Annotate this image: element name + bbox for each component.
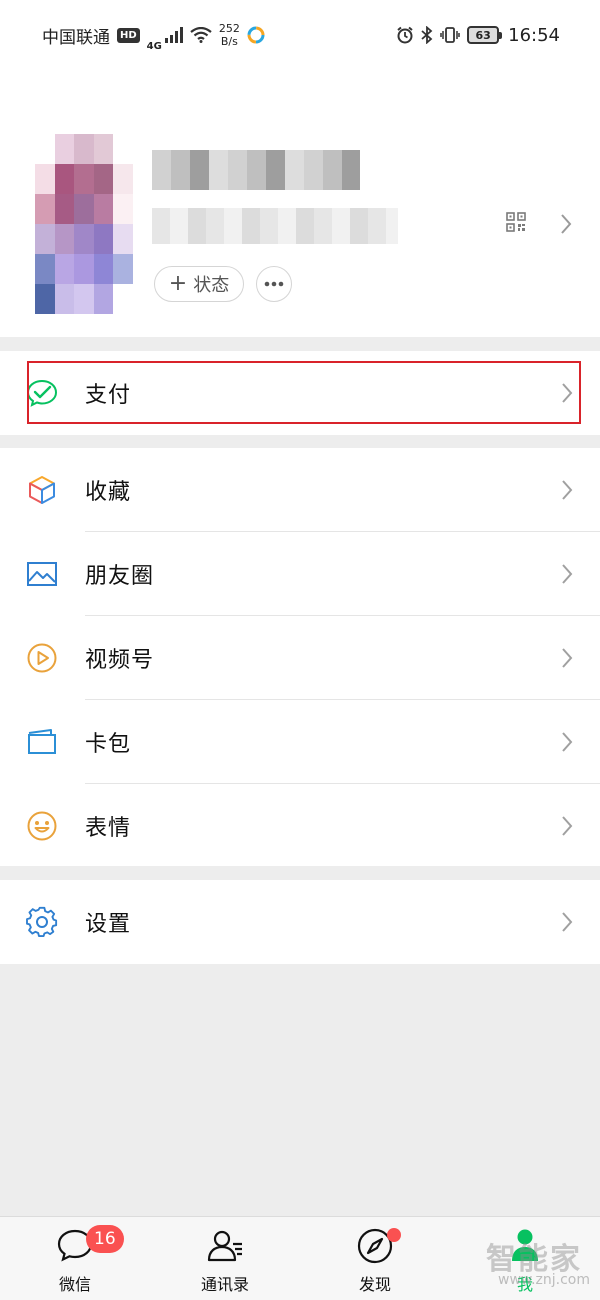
- tab-discover[interactable]: 发现: [300, 1217, 450, 1300]
- menu-item-label: 设置: [85, 912, 132, 937]
- nickname-blurred: [152, 150, 360, 190]
- chevron-right-icon: [562, 480, 573, 500]
- chevron-right-icon: [562, 648, 573, 668]
- chevron-right-icon: [562, 383, 573, 403]
- chevron-right-icon[interactable]: [560, 213, 572, 235]
- pay-group: 支付: [0, 351, 600, 435]
- clock: 16:54: [508, 24, 560, 46]
- signal-icon: [164, 27, 183, 43]
- menu-item-card-wallet[interactable]: 卡包: [0, 700, 600, 784]
- menu-item-label: 收藏: [85, 480, 132, 505]
- discover-red-dot: [387, 1228, 401, 1242]
- hd-badge: HD: [117, 27, 140, 43]
- carrier-name: 中国联通: [42, 27, 110, 48]
- settings-group: 设置: [0, 880, 600, 964]
- avatar[interactable]: [35, 134, 133, 314]
- chevron-right-icon: [562, 816, 573, 836]
- tab-chats[interactable]: 16 微信: [0, 1217, 150, 1300]
- bluetooth-icon: [421, 26, 433, 44]
- app-notification-icon: [247, 26, 265, 44]
- speed-value: 252: [218, 22, 240, 35]
- qr-code-icon[interactable]: [506, 212, 526, 232]
- menu-item-channels[interactable]: 视频号: [0, 616, 600, 700]
- moments-picture-icon: [27, 562, 57, 586]
- chevron-right-icon: [562, 564, 573, 584]
- menu-item-label: 卡包: [85, 732, 132, 757]
- menu-item-label: 支付: [85, 383, 132, 408]
- vibrate-icon: [440, 27, 460, 43]
- menu-item-stickers[interactable]: 表情: [0, 784, 600, 868]
- tab-me[interactable]: 我: [450, 1217, 600, 1300]
- plus-icon: +: [168, 271, 188, 296]
- more-button[interactable]: [256, 266, 292, 302]
- menu-item-pay[interactable]: 支付: [0, 351, 600, 435]
- menu-item-settings[interactable]: 设置: [0, 880, 600, 964]
- gear-icon: [26, 906, 58, 937]
- battery-icon: 63: [467, 26, 503, 44]
- sticker-smile-icon: [27, 811, 57, 841]
- favorites-cube-icon: [29, 476, 55, 504]
- wifi-icon: [190, 27, 212, 43]
- card-wallet-icon: [28, 729, 56, 754]
- menu-item-favorites[interactable]: 收藏: [0, 448, 600, 532]
- status-label: 状态: [193, 275, 230, 296]
- tab-label: 通讯录: [200, 1275, 249, 1294]
- status-bar: 中国联通 HD 4G 252 B/s 63 16:54: [0, 0, 600, 70]
- menu-item-moments[interactable]: 朋友圈: [0, 532, 600, 616]
- network-type: 4G: [146, 40, 162, 52]
- wechat-id-blurred: [152, 208, 398, 244]
- alarm-icon: [397, 26, 413, 44]
- profile-header[interactable]: + 状态: [0, 70, 600, 337]
- chevron-right-icon: [562, 912, 573, 932]
- tab-label: 发现: [358, 1275, 391, 1294]
- tab-label: 微信: [58, 1275, 91, 1294]
- wechat-pay-icon: [26, 379, 58, 407]
- speed-unit: B/s: [220, 35, 238, 48]
- features-group: 收藏 朋友圈 视频号 卡包 表情: [0, 448, 600, 866]
- channels-play-icon: [27, 643, 57, 673]
- add-status-button[interactable]: + 状态: [154, 266, 244, 302]
- menu-item-label: 表情: [85, 816, 132, 841]
- chevron-right-icon: [562, 732, 573, 752]
- menu-item-label: 视频号: [85, 648, 155, 673]
- ellipsis-icon: [264, 281, 284, 287]
- bottom-tab-bar: 16 微信 通讯录 发现 我: [0, 1216, 600, 1300]
- menu-item-label: 朋友圈: [85, 564, 155, 589]
- tab-contacts[interactable]: 通讯录: [150, 1217, 300, 1300]
- tab-label: 我: [516, 1275, 533, 1294]
- status-bar-right: 63 16:54: [396, 25, 560, 46]
- unread-badge: 16: [86, 1225, 124, 1253]
- person-icon: [512, 1229, 538, 1261]
- status-bar-left: 中国联通 HD 4G 252 B/s: [42, 19, 265, 52]
- network-speed: 252 B/s: [219, 22, 240, 48]
- contacts-icon: [207, 1230, 242, 1262]
